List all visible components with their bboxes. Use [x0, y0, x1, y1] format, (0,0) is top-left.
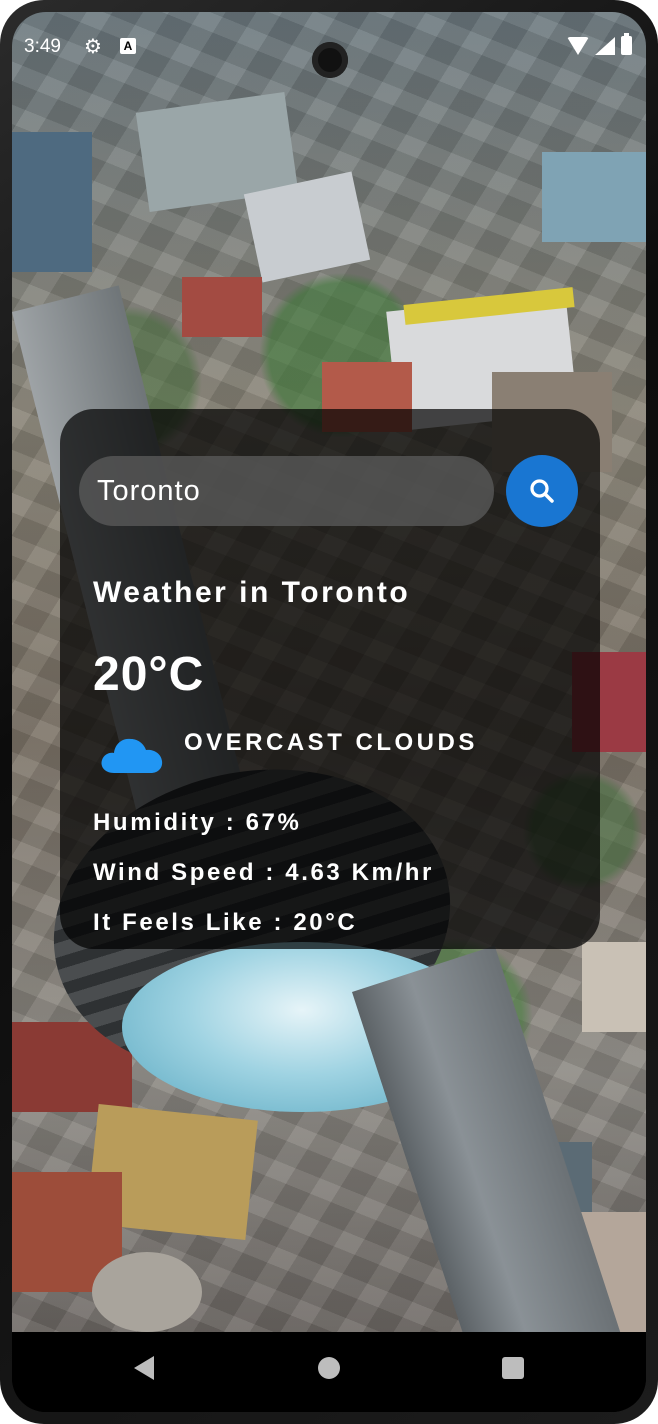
feels-like-text: It Feels Like : 20°C [93, 909, 358, 936]
temperature: 20°C [93, 648, 205, 701]
back-icon[interactable] [134, 1356, 154, 1380]
battery-icon [621, 33, 632, 55]
wifi-icon [567, 36, 589, 55]
search-button[interactable] [506, 455, 578, 527]
weather-heading: Weather in Toronto [93, 576, 411, 609]
home-icon[interactable] [318, 1357, 340, 1379]
status-bar: 3:49 ⚙ A [12, 12, 646, 78]
screen: 3:49 ⚙ A Toronto Weather in Toronto 20°C [12, 12, 646, 1412]
wind-speed-text: Wind Speed : 4.63 Km/hr [93, 859, 434, 886]
status-icons [567, 33, 632, 55]
recents-icon[interactable] [502, 1357, 524, 1379]
front-camera [312, 42, 348, 78]
city-search-input[interactable]: Toronto [79, 456, 494, 526]
navigation-bar [12, 1332, 646, 1412]
weather-card: Toronto Weather in Toronto 20°C OVERCAST… [60, 409, 600, 949]
search-icon [530, 479, 554, 503]
gear-icon: ⚙ [84, 36, 102, 58]
cloud-icon [101, 738, 163, 773]
signal-icon [595, 36, 615, 55]
device-frame: 3:49 ⚙ A Toronto Weather in Toronto 20°C [0, 0, 658, 1424]
status-time: 3:49 [24, 36, 61, 57]
weather-description: OVERCAST CLOUDS [184, 729, 478, 756]
humidity-text: Humidity : 67% [93, 809, 302, 836]
a-notification-icon: A [120, 38, 136, 54]
